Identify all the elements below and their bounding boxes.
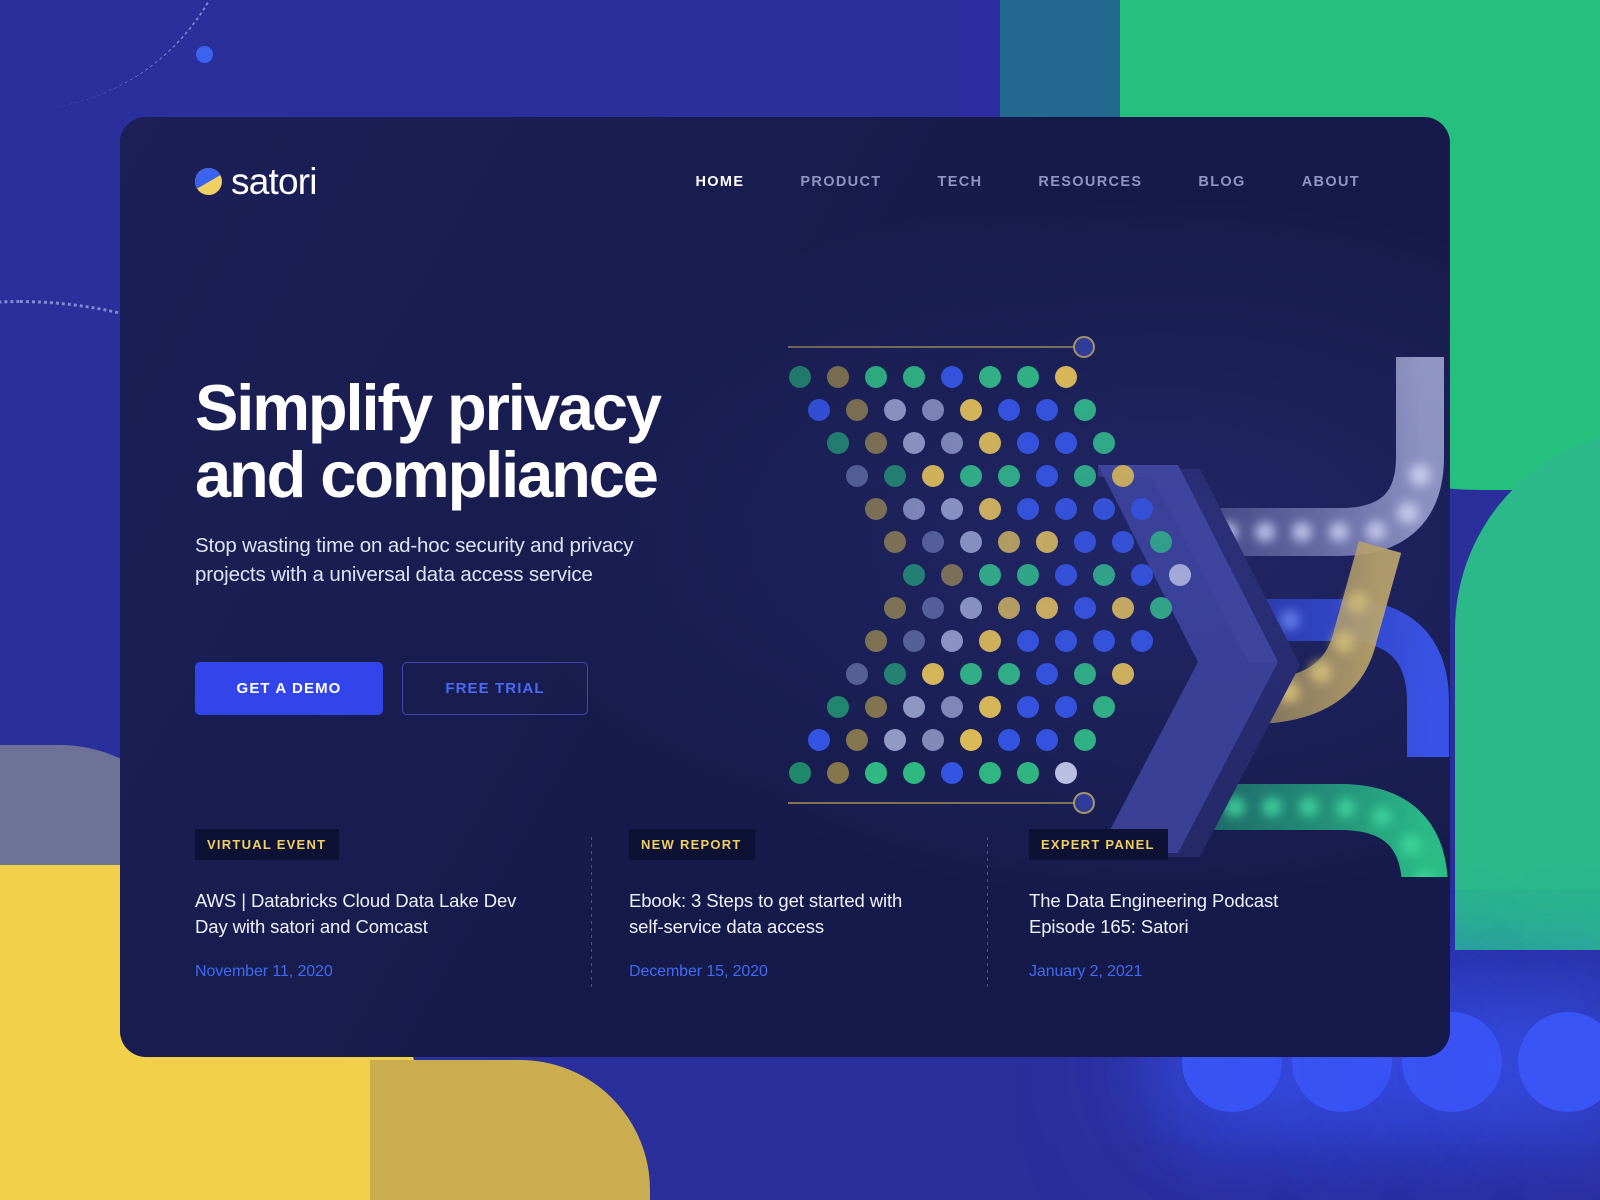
- main-navigation: HOME PRODUCT TECH RESOURCES BLOG ABOUT: [667, 168, 1388, 196]
- satori-circle-logo-icon: [190, 163, 227, 200]
- site-header: satori HOME PRODUCT TECH RESOURCES BLOG …: [120, 117, 1450, 247]
- news-date: December 15, 2020: [629, 962, 768, 980]
- news-title[interactable]: Ebook: 3 Steps to get started with self-…: [629, 888, 927, 941]
- brand-logo[interactable]: satori: [190, 161, 317, 202]
- page-title: Simplify privacy and compliance: [195, 374, 755, 511]
- news-date: November 11, 2020: [195, 962, 333, 980]
- headline-line-1: Simplify privacy: [195, 371, 662, 444]
- nav-item-tech[interactable]: TECH: [910, 168, 1011, 196]
- data-flow-chevron-illustration: [780, 317, 1450, 877]
- cta-button-group: GET A DEMO FREE TRIAL: [195, 662, 755, 716]
- column-divider: [987, 837, 988, 987]
- nav-item-about[interactable]: ABOUT: [1274, 168, 1388, 196]
- column-divider: [591, 837, 592, 987]
- dotted-arc-upper: [0, 0, 262, 132]
- news-card-expert-panel[interactable]: EXPERT PANEL The Data Engineering Podcas…: [987, 829, 1383, 987]
- arc-node-dot-icon: [196, 46, 213, 63]
- green-blob-right: [1455, 430, 1600, 950]
- status-badge: VIRTUAL EVENT: [195, 829, 340, 860]
- glow-dot-4: [1518, 1012, 1600, 1112]
- headline-line-2: and compliance: [195, 437, 659, 511]
- yellow-dark-blob-bottom: [370, 1060, 650, 1200]
- nav-item-blog[interactable]: BLOG: [1170, 168, 1273, 196]
- news-title[interactable]: The Data Engineering Podcast Episode 165…: [1029, 888, 1323, 941]
- page-root: satori HOME PRODUCT TECH RESOURCES BLOG …: [0, 0, 1600, 1200]
- news-strip: VIRTUAL EVENT AWS | Databricks Cloud Dat…: [195, 829, 1385, 987]
- status-badge: NEW REPORT: [629, 829, 755, 860]
- free-trial-button[interactable]: FREE TRIAL: [402, 662, 588, 716]
- get-a-demo-button[interactable]: GET A DEMO: [195, 662, 383, 716]
- news-card-virtual-event[interactable]: VIRTUAL EVENT AWS | Databricks Cloud Dat…: [195, 829, 591, 981]
- nav-item-product[interactable]: PRODUCT: [772, 168, 909, 196]
- hero-card: satori HOME PRODUCT TECH RESOURCES BLOG …: [120, 117, 1450, 1057]
- news-card-new-report[interactable]: NEW REPORT Ebook: 3 Steps to get started…: [591, 829, 987, 987]
- news-date: January 2, 2021: [1029, 962, 1143, 980]
- hero-subtext: Stop wasting time on ad-hoc security and…: [195, 533, 634, 586]
- hero-section: Simplify privacy and compliance Stop was…: [195, 374, 755, 716]
- news-title[interactable]: AWS | Databricks Cloud Data Lake Dev Day…: [195, 888, 531, 941]
- brand-name: satori: [231, 161, 317, 202]
- nav-item-home[interactable]: HOME: [667, 168, 772, 196]
- nav-item-resources[interactable]: RESOURCES: [1010, 168, 1170, 196]
- status-badge: EXPERT PANEL: [1029, 829, 1168, 860]
